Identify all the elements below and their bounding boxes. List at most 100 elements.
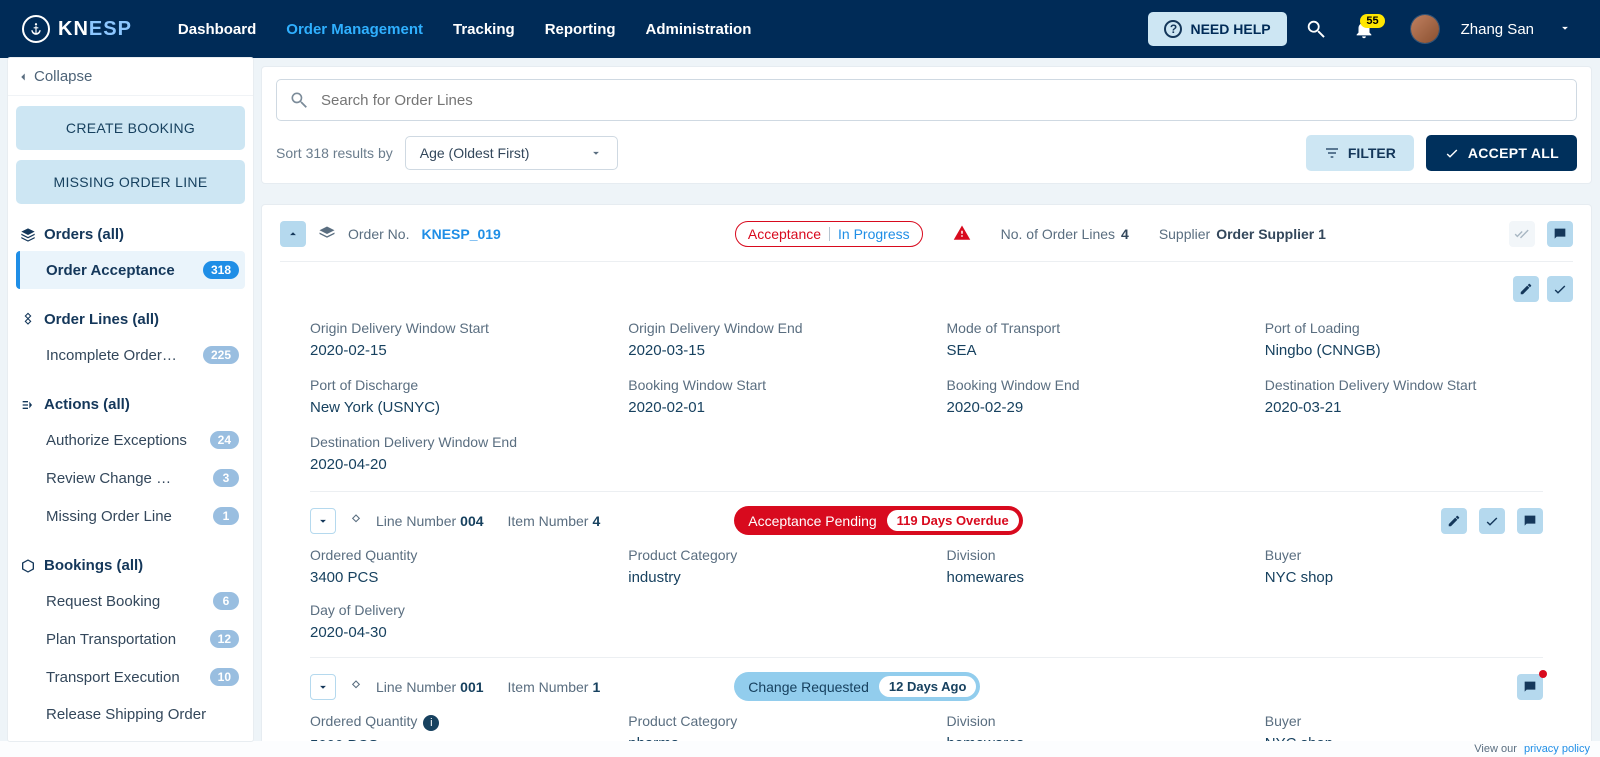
field-cell: Origin Delivery Window Start2020-02-15 bbox=[310, 320, 588, 359]
user-menu-chevron[interactable] bbox=[1558, 21, 1572, 38]
sidebar-order-lines-all[interactable]: Order Lines (all) bbox=[16, 303, 245, 336]
collapse-sidebar-button[interactable]: Collapse bbox=[8, 58, 253, 96]
check-icon bbox=[1444, 145, 1460, 161]
notifications-button[interactable]: 55 bbox=[1345, 18, 1383, 40]
avatar[interactable] bbox=[1411, 15, 1439, 43]
filter-icon bbox=[1324, 145, 1340, 161]
missing-order-line-button[interactable]: MISSING ORDER LINE bbox=[16, 160, 245, 204]
collapse-order-button[interactable] bbox=[280, 221, 306, 247]
accept-order-button[interactable] bbox=[1547, 276, 1573, 302]
expand-line-button[interactable] bbox=[310, 508, 336, 534]
pencil-icon bbox=[1519, 282, 1533, 296]
info-icon[interactable]: i bbox=[423, 715, 439, 731]
search-icon[interactable] bbox=[1297, 18, 1335, 40]
stack-icon bbox=[20, 227, 36, 243]
field-cell: Divisionhomewares bbox=[947, 547, 1225, 586]
need-help-button[interactable]: ? NEED HELP bbox=[1148, 12, 1286, 46]
notification-count: 55 bbox=[1360, 14, 1384, 28]
line-chat-button[interactable] bbox=[1517, 508, 1543, 534]
field-cell: Destination Delivery Window End2020-04-2… bbox=[310, 434, 588, 473]
main-content: Sort 318 results by Age (Oldest First) F… bbox=[261, 66, 1592, 741]
line-number: Line Number004 bbox=[376, 513, 484, 529]
field-cell: Product Categorypharma bbox=[628, 713, 906, 741]
field-cell: Product Categoryindustry bbox=[628, 547, 906, 586]
search-icon bbox=[289, 90, 309, 110]
diamond-icon bbox=[20, 312, 36, 328]
check-icon bbox=[1552, 281, 1568, 297]
stack-icon bbox=[318, 225, 336, 243]
accept-all-button[interactable]: ACCEPT ALL bbox=[1426, 135, 1577, 171]
order-header: Order No. KNESP_019 Acceptance In Progre… bbox=[280, 217, 1573, 261]
field-cell: Booking Window Start2020-02-01 bbox=[628, 377, 906, 416]
sidebar-orders-all[interactable]: Orders (all) bbox=[16, 218, 245, 251]
order-line-001: Line Number001 Item Number1 Change Reque… bbox=[310, 657, 1543, 741]
order-supplier: SupplierOrder Supplier 1 bbox=[1159, 226, 1326, 242]
search-input[interactable] bbox=[319, 91, 1564, 110]
order-status-chip: Acceptance In Progress bbox=[735, 221, 923, 247]
create-booking-button[interactable]: CREATE BOOKING bbox=[16, 106, 245, 150]
chat-icon bbox=[1552, 226, 1568, 242]
sort-label: Sort 318 results by bbox=[276, 145, 393, 161]
sidebar-missing-order-line[interactable]: Missing Order Line 1 bbox=[16, 497, 245, 535]
expand-line-button[interactable] bbox=[310, 674, 336, 700]
sidebar-release-shipping-order[interactable]: Release Shipping Order bbox=[16, 696, 245, 733]
line-number: Line Number001 bbox=[376, 679, 484, 695]
order-chat-button[interactable] bbox=[1547, 221, 1573, 247]
order-id-link[interactable]: KNESP_019 bbox=[421, 226, 500, 242]
sidebar-bookings-all[interactable]: Bookings (all) bbox=[16, 549, 245, 582]
anchor-icon bbox=[22, 15, 50, 43]
filter-button[interactable]: FILTER bbox=[1306, 135, 1414, 171]
footer: View our privacy policy bbox=[0, 741, 1600, 757]
line-chat-button[interactable] bbox=[1517, 674, 1543, 700]
double-check-icon bbox=[1514, 226, 1530, 242]
nav-order-management[interactable]: Order Management bbox=[286, 21, 423, 38]
accept-line-button[interactable] bbox=[1479, 508, 1505, 534]
sidebar-authorize-exceptions[interactable]: Authorize Exceptions 24 bbox=[16, 421, 245, 459]
sidebar-plan-transportation[interactable]: Plan Transportation 12 bbox=[16, 620, 245, 658]
nav-reporting[interactable]: Reporting bbox=[545, 21, 616, 38]
field-cell: Booking Window End2020-02-29 bbox=[947, 377, 1225, 416]
nav-tracking[interactable]: Tracking bbox=[453, 21, 515, 38]
sidebar-incomplete-order-lines[interactable]: Incomplete Order Lin… 225 bbox=[16, 336, 245, 374]
sidebar-transport-execution[interactable]: Transport Execution 10 bbox=[16, 658, 245, 696]
order-acceptance-count: 318 bbox=[203, 261, 239, 279]
chevron-down-icon bbox=[589, 146, 603, 160]
sidebar-order-acceptance[interactable]: Order Acceptance 318 bbox=[16, 251, 245, 289]
unread-dot bbox=[1539, 670, 1547, 678]
edit-order-button[interactable] bbox=[1513, 276, 1539, 302]
search-bar[interactable] bbox=[276, 79, 1577, 121]
nav-administration[interactable]: Administration bbox=[646, 21, 752, 38]
search-sort-card: Sort 318 results by Age (Oldest First) F… bbox=[261, 66, 1592, 184]
line-icon bbox=[348, 513, 364, 529]
warning-icon bbox=[953, 224, 971, 245]
line-icon bbox=[348, 679, 364, 695]
sidebar-actions-all[interactable]: Actions (all) bbox=[16, 388, 245, 421]
item-number: Item Number1 bbox=[508, 679, 601, 695]
nav-dashboard[interactable]: Dashboard bbox=[178, 21, 256, 38]
order-line-004: Line Number004 Item Number4 Acceptance P… bbox=[310, 491, 1543, 657]
edit-line-button[interactable] bbox=[1441, 508, 1467, 534]
box-icon bbox=[20, 558, 36, 574]
privacy-policy-link[interactable]: privacy policy bbox=[1524, 743, 1590, 755]
field-cell: Port of DischargeNew York (USNYC) bbox=[310, 377, 588, 416]
mark-all-read-button[interactable] bbox=[1509, 221, 1535, 247]
field-cell: Destination Delivery Window Start2020-03… bbox=[1265, 377, 1543, 416]
field-cell: Port of LoadingNingbo (CNNGB) bbox=[1265, 320, 1543, 359]
field-cell: Mode of TransportSEA bbox=[947, 320, 1225, 359]
field-cell: Day of Delivery2020-04-30 bbox=[310, 602, 588, 641]
change-requested-pill: Change Requested 12 Days Ago bbox=[734, 672, 980, 701]
field-cell: Origin Delivery Window End2020-03-15 bbox=[628, 320, 906, 359]
field-cell: Ordered Quantityi5000 PCS bbox=[310, 713, 588, 741]
sort-select[interactable]: Age (Oldest First) bbox=[405, 136, 619, 170]
top-nav: KNESP Dashboard Order Management Trackin… bbox=[0, 0, 1600, 58]
sidebar-review-change-requests[interactable]: Review Change Requests 3 bbox=[16, 459, 245, 497]
incomplete-count: 225 bbox=[203, 346, 239, 364]
field-cell: Divisionhomewares bbox=[947, 713, 1225, 741]
order-card: Order No. KNESP_019 Acceptance In Progre… bbox=[261, 204, 1592, 741]
field-cell: BuyerNYC shop bbox=[1265, 713, 1543, 741]
item-number: Item Number4 bbox=[508, 513, 601, 529]
brand-logo[interactable]: KNESP bbox=[22, 15, 132, 43]
sidebar-request-booking[interactable]: Request Booking 6 bbox=[16, 582, 245, 620]
order-lines-count: No. of Order Lines4 bbox=[1001, 226, 1129, 242]
sidebar: Collapse CREATE BOOKING MISSING ORDER LI… bbox=[8, 58, 253, 741]
